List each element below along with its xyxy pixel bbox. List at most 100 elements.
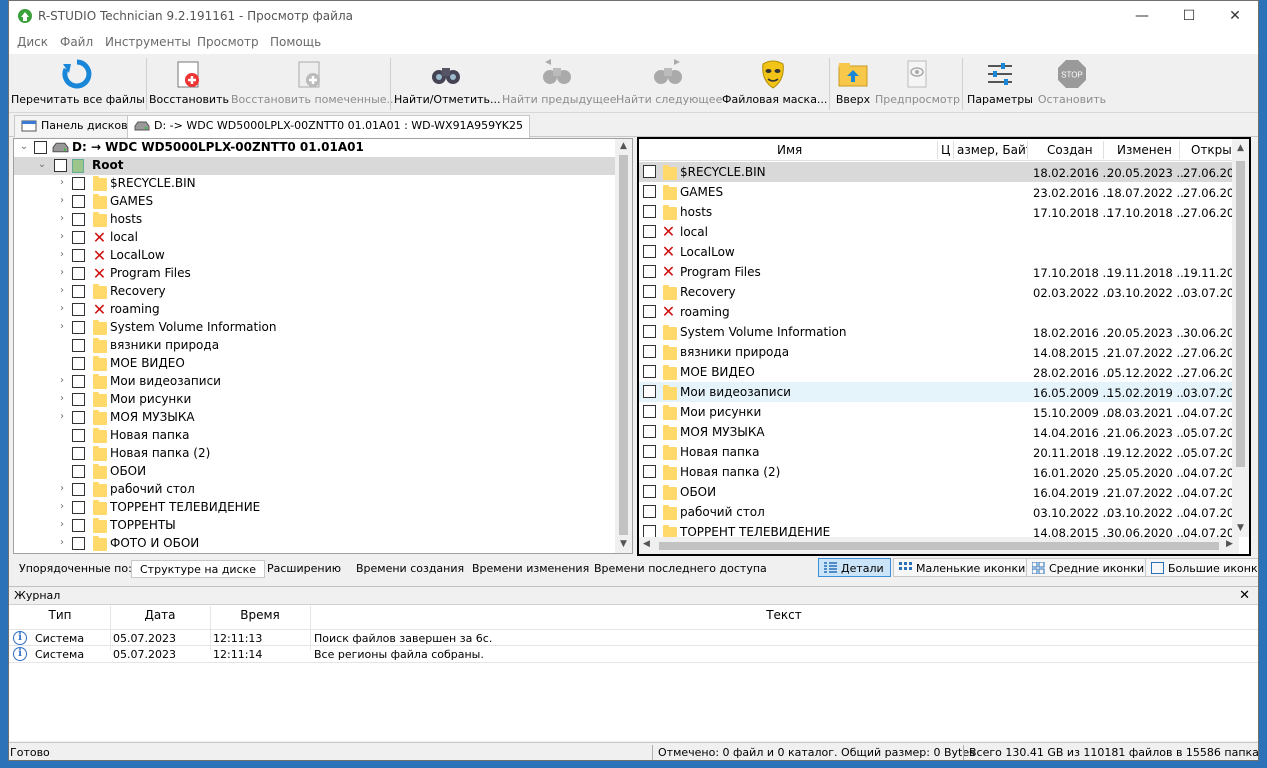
collapse-arrow-icon[interactable]: ⌄ [18, 141, 30, 152]
scroll-left-arrow-icon[interactable]: ◀ [643, 539, 650, 549]
expand-arrow-icon[interactable]: › [56, 321, 68, 332]
tree-folder-row[interactable]: › МОЯ МУЗЫКА [14, 409, 618, 427]
file-list-row[interactable]: Новая папка 20.11.2018 ... 19.12.2022 ... 0… [639, 442, 1249, 462]
sort-by-access-tab[interactable]: Времени последнего доступа [586, 560, 775, 578]
scroll-up-arrow-icon[interactable]: ▲ [615, 141, 632, 151]
column-size[interactable]: азмер, Байт [957, 143, 1027, 157]
row-checkbox[interactable] [643, 405, 656, 418]
up-button[interactable]: Вверх [833, 54, 873, 112]
expand-arrow-icon[interactable]: › [56, 519, 68, 530]
file-list-row[interactable]: System Volume Information 18.02.2016 ... 2… [639, 322, 1249, 342]
tree-folder-row[interactable]: › $RECYCLE.BIN [14, 175, 618, 193]
tree-folder-row[interactable]: › ТОРРЕНТ ТЕЛЕВИДЕНИЕ [14, 499, 618, 517]
row-checkbox[interactable] [643, 305, 656, 318]
column-c[interactable]: Ц [941, 143, 951, 157]
expand-arrow-icon[interactable]: › [56, 285, 68, 296]
journal-close-icon[interactable]: ✕ [1239, 588, 1250, 603]
file-list-row[interactable]: Мои видеозаписи 16.05.2009 ... 15.02.2019 … [639, 382, 1249, 402]
collapse-arrow-icon[interactable]: ⌄ [36, 159, 48, 170]
row-checkbox[interactable] [643, 325, 656, 338]
tree-folder-row[interactable]: › ✕ Program Files [14, 265, 618, 283]
tree-folder-row[interactable]: › ФОТО И ОБОИ [14, 535, 618, 553]
journal-column-time[interactable]: Время [211, 608, 309, 622]
expand-arrow-icon[interactable]: › [56, 375, 68, 386]
file-list-row[interactable]: МОЕ ВИДЕО 28.02.2016 ... 05.12.2022 ... 27.… [639, 362, 1249, 382]
list-horizontal-scrollbar[interactable]: ◀ ▶ [639, 537, 1239, 554]
expand-arrow-icon[interactable]: › [56, 483, 68, 494]
file-list-row[interactable]: Мои рисунки 15.10.2009 ... 08.03.2021 ... 0… [639, 402, 1249, 422]
scroll-down-arrow-icon[interactable]: ▼ [1232, 523, 1249, 533]
tree-checkbox[interactable] [72, 483, 85, 496]
expand-arrow-icon[interactable]: › [56, 393, 68, 404]
tree-folder-row[interactable]: ОБОИ [14, 463, 618, 481]
settings-button[interactable]: Параметры [967, 54, 1033, 112]
file-list-row[interactable]: ✕ local [639, 222, 1239, 242]
tree-checkbox[interactable] [72, 177, 85, 190]
recover-button[interactable]: Восстановить [149, 54, 229, 112]
medium-icons-view-button[interactable]: Средние иконки [1026, 558, 1152, 577]
expand-arrow-icon[interactable]: › [56, 303, 68, 314]
tree-folder-row[interactable]: › ✕ roaming [14, 301, 618, 319]
file-list-row[interactable]: ОБОИ 16.04.2019 ... 21.07.2022 ... 04.07.20… [639, 482, 1249, 502]
tree-checkbox[interactable] [72, 501, 85, 514]
row-checkbox[interactable] [643, 425, 656, 438]
tree-checkbox[interactable] [72, 393, 85, 406]
tree-checkbox[interactable] [72, 339, 85, 352]
tree-folder-row[interactable]: › Мои видеозаписи [14, 373, 618, 391]
sort-by-extension-tab[interactable]: Расширению [259, 560, 349, 578]
expand-arrow-icon[interactable]: › [56, 501, 68, 512]
row-checkbox[interactable] [643, 225, 656, 238]
row-checkbox[interactable] [643, 485, 656, 498]
expand-arrow-icon[interactable]: › [56, 195, 68, 206]
stop-button[interactable]: STOP Остановить [1037, 54, 1107, 112]
row-checkbox[interactable] [643, 465, 656, 478]
menu-file[interactable]: Файл [60, 35, 93, 49]
find-mark-button[interactable]: Найти/Отметить... [394, 54, 501, 112]
tab-drive-view[interactable]: D: -> WDC WD5000LPLX-00ZNTT0 01.01A01 : … [127, 115, 531, 138]
tree-folder-row[interactable]: МОЕ ВИДЕО [14, 355, 618, 373]
list-scrollbar[interactable]: ▲ ▼ [1232, 139, 1249, 537]
file-list-row[interactable]: $RECYCLE.BIN 18.02.2016 ... 20.05.2023 ...… [639, 162, 1249, 182]
menu-help[interactable]: Помощь [270, 35, 321, 49]
tree-checkbox[interactable] [54, 159, 67, 172]
scroll-down-arrow-icon[interactable]: ▼ [615, 539, 632, 549]
tree-checkbox[interactable] [72, 519, 85, 532]
row-checkbox[interactable] [643, 505, 656, 518]
row-checkbox[interactable] [643, 365, 656, 378]
title-bar[interactable]: R-STUDIO Technician 9.2.191161 - Просмот… [9, 1, 1258, 32]
journal-row[interactable]: i Система 05.07.2023 12:11:14 Все регион… [9, 646, 1258, 663]
column-modified[interactable]: Изменен [1117, 143, 1172, 157]
tree-checkbox[interactable] [72, 465, 85, 478]
preview-button[interactable]: Предпросмотр [875, 54, 960, 112]
expand-arrow-icon[interactable]: › [56, 537, 68, 548]
close-icon[interactable]: ✕ [1212, 1, 1258, 32]
tree-folder-row[interactable]: › рабочий стол [14, 481, 618, 499]
tree-checkbox[interactable] [72, 303, 85, 316]
sort-by-structure-tab[interactable]: Структуре на диске [131, 560, 266, 578]
expand-arrow-icon[interactable]: › [56, 267, 68, 278]
row-checkbox[interactable] [643, 445, 656, 458]
tree-scroll-thumb[interactable] [619, 155, 628, 535]
file-mask-button[interactable]: Файловая маска... [722, 54, 827, 112]
file-list-row[interactable]: ✕ Program Files 17.10.2018 ... 19.11.2018 .… [639, 262, 1249, 282]
journal-column-text[interactable]: Текст [311, 608, 1257, 622]
file-list-row[interactable]: hosts 17.10.2018 ... 17.10.2018 ... 27.06.2… [639, 202, 1249, 222]
expand-arrow-icon[interactable]: › [56, 213, 68, 224]
tree-folder-row[interactable]: вязники природа [14, 337, 618, 355]
file-list-row[interactable]: Recovery 02.03.2022 ... 03.10.2022 ... 03.0… [639, 282, 1249, 302]
tree-checkbox[interactable] [72, 357, 85, 370]
tree-checkbox[interactable] [34, 141, 47, 154]
row-checkbox[interactable] [643, 185, 656, 198]
expand-arrow-icon[interactable]: › [56, 411, 68, 422]
column-name[interactable]: Имя [777, 143, 802, 157]
journal-row[interactable]: i Система 05.07.2023 12:11:13 Поиск файл… [9, 629, 1258, 646]
tree-checkbox[interactable] [72, 285, 85, 298]
scroll-up-arrow-icon[interactable]: ▲ [1232, 143, 1249, 153]
tree-folder-row[interactable]: › hosts [14, 211, 618, 229]
tree-checkbox[interactable] [72, 195, 85, 208]
menu-disk[interactable]: Диск [17, 35, 48, 49]
tree-folder-row[interactable]: › ✕ local [14, 229, 618, 247]
file-list-row[interactable]: МОЯ МУЗЫКА 14.04.2016 ... 21.06.2023 ... 05… [639, 422, 1249, 442]
reread-all-button[interactable]: Перечитать все файлы [11, 54, 145, 112]
small-icons-view-button[interactable]: Маленькие иконки [893, 558, 1033, 577]
